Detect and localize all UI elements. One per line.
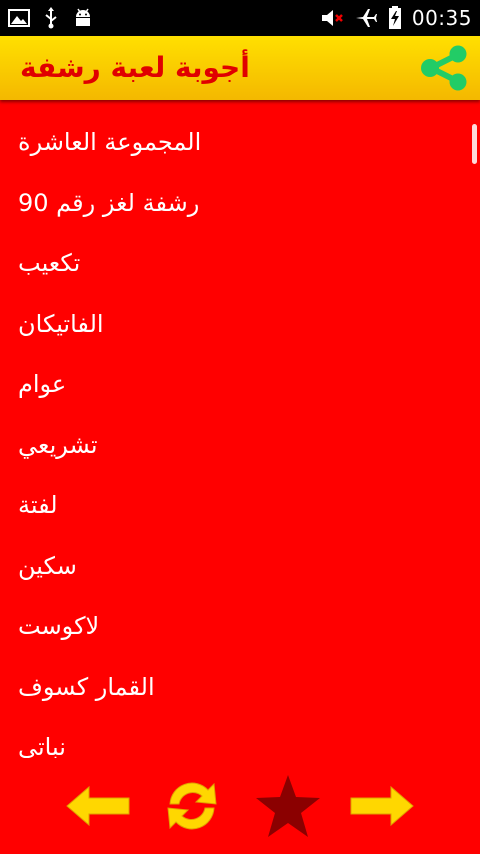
list-item-label: تشريعي	[18, 430, 98, 459]
image-icon	[8, 9, 30, 27]
bottom-toolbar	[0, 760, 480, 854]
list-item[interactable]: تكعيب	[0, 239, 480, 300]
arrow-right-icon	[350, 785, 414, 827]
share-icon	[421, 45, 467, 91]
list-item-label: لاكوست	[18, 612, 100, 640]
previous-button[interactable]	[62, 770, 134, 842]
answer-list[interactable]: المجموعة العاشرة رشفة لغز رقم 90 تكعيب ا…	[0, 118, 480, 758]
next-button[interactable]	[346, 770, 418, 842]
arrow-left-icon	[66, 785, 130, 827]
scrollbar[interactable]	[472, 124, 477, 164]
star-icon	[256, 775, 320, 837]
list-item[interactable]: نباتي	[0, 723, 480, 758]
list-item[interactable]: سكين	[0, 542, 480, 603]
list-item-label: عوام	[18, 370, 67, 398]
favorite-button[interactable]	[252, 770, 324, 842]
list-item-label: الفاتيكان	[18, 309, 104, 338]
usb-icon	[44, 7, 58, 29]
list-item-label: تكعيب	[18, 249, 81, 277]
status-bar-right: 00:35	[320, 0, 472, 36]
list-item[interactable]: القمار كسوف	[0, 663, 480, 724]
volume-muted-icon	[320, 7, 344, 29]
android-icon	[72, 7, 94, 29]
list-item-label: المجموعة العاشرة	[18, 128, 202, 156]
list-item[interactable]: رشفة لغز رقم 90	[0, 179, 480, 240]
airplane-mode-icon	[354, 7, 378, 29]
battery-charging-icon	[388, 6, 402, 30]
list-item-label: نباتي	[18, 733, 66, 758]
status-bar: 00:35	[0, 0, 480, 36]
app-bar: أجوبة لعبة رشفة	[0, 36, 480, 100]
list-item-label: القمار كسوف	[18, 672, 155, 701]
page-title: أجوبة لعبة رشفة	[20, 51, 250, 84]
list-item-label: لفتة	[18, 491, 58, 519]
list-item-label: سكين	[18, 551, 77, 580]
list-item[interactable]: المجموعة العاشرة	[0, 118, 480, 179]
clock: 00:35	[411, 6, 472, 30]
refresh-button[interactable]	[156, 770, 228, 842]
status-bar-left	[8, 0, 94, 36]
list-item[interactable]: تشريعي	[0, 421, 480, 482]
list-item[interactable]: لاكوست	[0, 602, 480, 663]
share-button[interactable]	[416, 40, 472, 96]
refresh-icon	[167, 782, 217, 830]
list-item[interactable]: الفاتيكان	[0, 300, 480, 361]
list-item[interactable]: عوام	[0, 360, 480, 421]
list-item[interactable]: لفتة	[0, 481, 480, 542]
list-item-label: رشفة لغز رقم 90	[18, 188, 200, 217]
